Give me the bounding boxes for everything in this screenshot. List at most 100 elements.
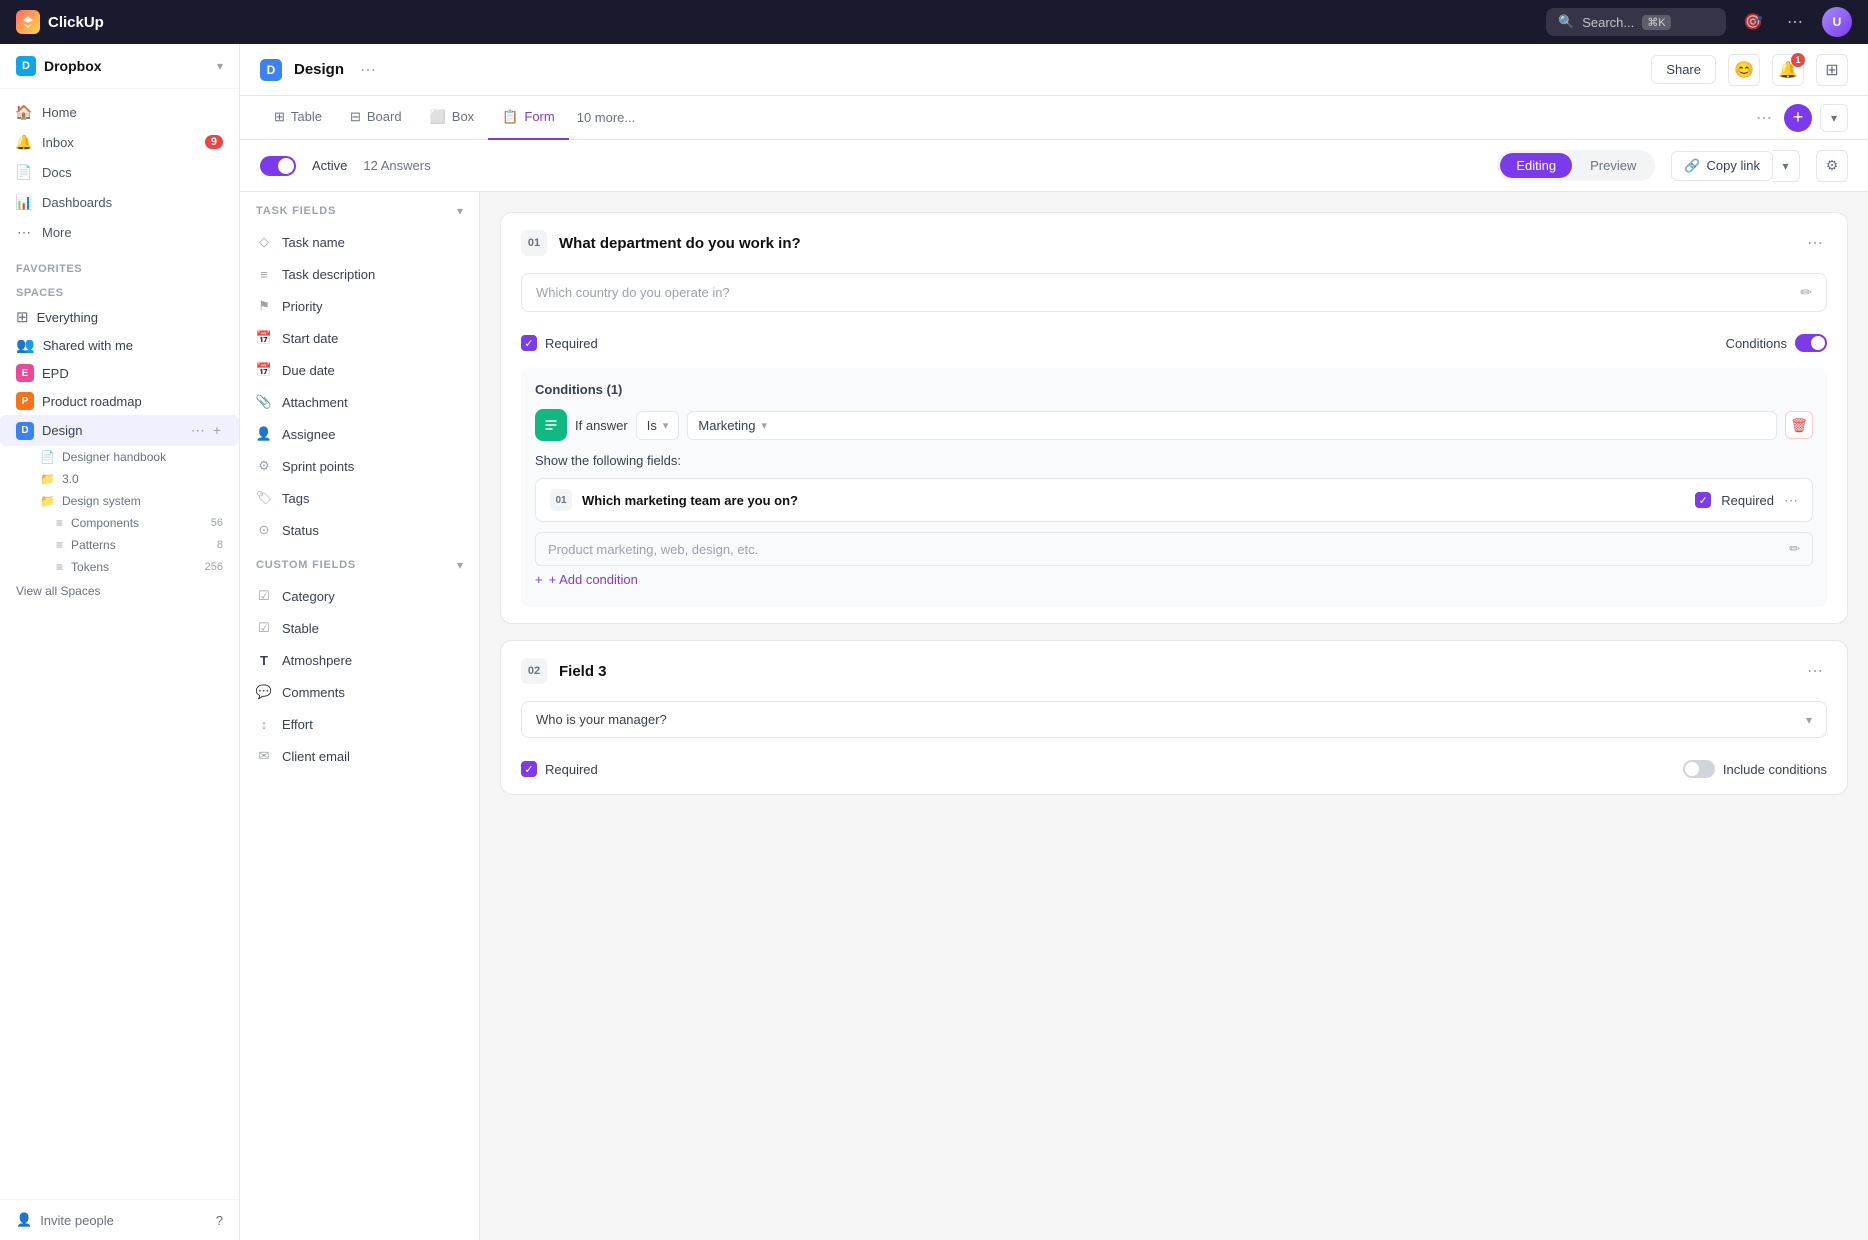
field-item-task-description[interactable]: ≡ Task description xyxy=(240,258,479,290)
field2-include-conditions-toggle[interactable] xyxy=(1683,760,1715,778)
field-item-due-date[interactable]: 📅 Due date xyxy=(240,354,479,386)
app-logo[interactable]: ClickUp xyxy=(16,10,104,34)
tab-form[interactable]: 📋 Form xyxy=(488,96,569,140)
design-add-btn[interactable]: + xyxy=(211,420,223,441)
sidebar-item-inbox[interactable]: 🔔 Inbox 9 xyxy=(0,127,239,157)
cond-field-menu-btn[interactable]: ⋯ xyxy=(1784,492,1798,509)
condition-value: Marketing xyxy=(698,418,755,433)
task-fields-section: TASK FIELDS ▾ ◇ Task name ≡ Task descrip… xyxy=(240,192,479,546)
sidebar-item-design-system[interactable]: 📁 Design system xyxy=(0,490,239,512)
page-header-menu-btn[interactable]: ⋯ xyxy=(360,60,376,80)
settings-btn[interactable]: ⚙ xyxy=(1816,150,1848,182)
active-toggle[interactable] xyxy=(260,156,296,176)
sidebar-item-designer-handbook[interactable]: 📄 Designer handbook xyxy=(0,446,239,468)
field-item-effort[interactable]: ↕ Effort xyxy=(240,708,479,740)
field-item-sprint-points[interactable]: ⚙ Sprint points xyxy=(240,450,479,482)
sidebar-item-tokens[interactable]: ≡ Tokens 256 xyxy=(0,556,239,578)
field1-required-checkbox[interactable] xyxy=(521,335,537,351)
collapse-btn[interactable]: ▾ xyxy=(1820,104,1848,132)
docs-icon: 📄 xyxy=(16,164,32,180)
field2-select[interactable]: Who is your manager? ▾ xyxy=(521,701,1827,738)
plus-icon: + xyxy=(535,572,543,587)
product-roadmap-space-icon: P xyxy=(16,392,34,410)
share-button[interactable]: Share xyxy=(1651,55,1716,84)
field2-required-checkbox[interactable] xyxy=(521,761,537,777)
sidebar-item-home[interactable]: 🏠 Home xyxy=(0,97,239,127)
sidebar-item-more[interactable]: ⋯ More xyxy=(0,217,239,247)
field-item-start-date[interactable]: 📅 Start date xyxy=(240,322,479,354)
layout-btn[interactable]: ⊞ xyxy=(1816,54,1848,86)
field2-select-value: Who is your manager? xyxy=(536,712,667,727)
field2-menu-btn[interactable]: ⋯ xyxy=(1803,657,1827,685)
field-item-tags[interactable]: 🏷 Tags xyxy=(240,482,479,514)
sidebar-item-dashboards[interactable]: 📊 Dashboards xyxy=(0,187,239,217)
effort-label: Effort xyxy=(282,717,313,732)
status-label: Status xyxy=(282,523,319,538)
preview-btn[interactable]: Preview xyxy=(1574,153,1652,178)
copy-link-chevron-btn[interactable]: ▾ xyxy=(1772,150,1800,182)
sidebar-item-shared[interactable]: 👥 Shared with me xyxy=(0,331,239,359)
design-more-btn[interactable]: ⋯ xyxy=(189,420,207,441)
editing-btn[interactable]: Editing xyxy=(1500,153,1572,178)
due-date-label: Due date xyxy=(282,363,335,378)
show-fields-label: Show the following fields: xyxy=(535,453,1813,468)
field1-conditions-toggle[interactable] xyxy=(1795,334,1827,352)
sidebar-item-everything[interactable]: ⊞ Everything xyxy=(0,303,239,331)
task-fields-header[interactable]: TASK FIELDS ▾ xyxy=(240,192,479,226)
operator-select[interactable]: Is ▾ xyxy=(636,411,680,440)
sidebar-item-docs[interactable]: 📄 Docs xyxy=(0,157,239,187)
avatar[interactable]: U xyxy=(1822,7,1852,37)
tokens-count: 256 xyxy=(205,561,223,573)
field1-input[interactable]: Which country do you operate in? ✏ xyxy=(521,273,1827,312)
tabs-more-btn[interactable]: 10 more... xyxy=(569,110,644,125)
field1-menu-btn[interactable]: ⋯ xyxy=(1803,229,1827,257)
include-conditions-label: Include conditions xyxy=(1723,762,1827,777)
field-item-task-name[interactable]: ◇ Task name xyxy=(240,226,479,258)
view-all-spaces[interactable]: View all Spaces xyxy=(0,578,239,604)
tab-table[interactable]: ⊞ Table xyxy=(260,96,336,140)
field-item-attachment[interactable]: 📎 Attachment xyxy=(240,386,479,418)
cond-required-checkbox[interactable] xyxy=(1695,492,1711,508)
invite-people-btn[interactable]: 👤 Invite people ? xyxy=(0,1199,239,1240)
add-field-btn[interactable]: + xyxy=(1784,104,1812,132)
task-fields-title: TASK FIELDS xyxy=(256,205,336,217)
emoji-btn[interactable]: 😊 xyxy=(1728,54,1760,86)
copy-link-btn[interactable]: 🔗 Copy link xyxy=(1671,151,1773,181)
grid-icon-btn[interactable]: ⋯ xyxy=(1780,7,1810,37)
target-icon: 🎯 xyxy=(1743,12,1763,32)
custom-fields-header[interactable]: CUSTOM FIELDS ▾ xyxy=(240,546,479,580)
sidebar-item-patterns[interactable]: ≡ Patterns 8 xyxy=(0,534,239,556)
tabs-actions: ⋯ + ▾ xyxy=(1752,104,1848,132)
tab-box[interactable]: ⬜ Box xyxy=(416,96,489,140)
field-item-category[interactable]: ☑ Category xyxy=(240,580,479,612)
sidebar-item-components[interactable]: ≡ Components 56 xyxy=(0,512,239,534)
sidebar-item-design[interactable]: D Design ⋯ + xyxy=(0,415,239,446)
field-item-status[interactable]: ⊙ Status xyxy=(240,514,479,546)
delete-condition-btn[interactable]: 🗑 xyxy=(1785,411,1813,439)
target-icon-btn[interactable]: 🎯 xyxy=(1738,7,1768,37)
form-card-field2: 02 Field 3 ⋯ Who is your manager? ▾ Requ… xyxy=(500,640,1848,795)
sidebar-item-epd[interactable]: E EPD xyxy=(0,359,239,387)
condition-value-select[interactable]: Marketing ▾ xyxy=(687,411,1777,440)
field-item-atmosphere[interactable]: T Atmoshpere xyxy=(240,644,479,676)
field-item-assignee[interactable]: 👤 Assignee xyxy=(240,418,479,450)
field-item-comments[interactable]: 💬 Comments xyxy=(240,676,479,708)
workspace-header[interactable]: D Dropbox ▾ xyxy=(0,44,239,89)
pencil-icon-1[interactable]: ✏ xyxy=(1800,284,1812,301)
3-0-label: 3.0 xyxy=(62,472,79,486)
notifications-btn[interactable]: 🔔 1 xyxy=(1772,54,1804,86)
sidebar-item-3-0[interactable]: 📁 3.0 xyxy=(0,468,239,490)
attachment-label: Attachment xyxy=(282,395,348,410)
field-item-priority[interactable]: ⚑ Priority xyxy=(240,290,479,322)
cond-field-input[interactable]: Product marketing, web, design, etc. ✏ xyxy=(535,532,1813,566)
field-item-stable[interactable]: ☑ Stable xyxy=(240,612,479,644)
add-condition-btn[interactable]: + + Add condition xyxy=(535,566,1813,593)
add-condition-label: + Add condition xyxy=(549,572,638,587)
sidebar-item-product-roadmap[interactable]: P Product roadmap xyxy=(0,387,239,415)
search-bar[interactable]: 🔍 Search... ⌘K xyxy=(1546,8,1726,36)
custom-fields-collapse-icon: ▾ xyxy=(457,558,463,572)
shared-label: Shared with me xyxy=(43,338,133,353)
tab-board[interactable]: ⊟ Board xyxy=(336,96,416,140)
tabs-menu-btn[interactable]: ⋯ xyxy=(1752,104,1776,132)
field-item-client-email[interactable]: ✉ Client email xyxy=(240,740,479,772)
